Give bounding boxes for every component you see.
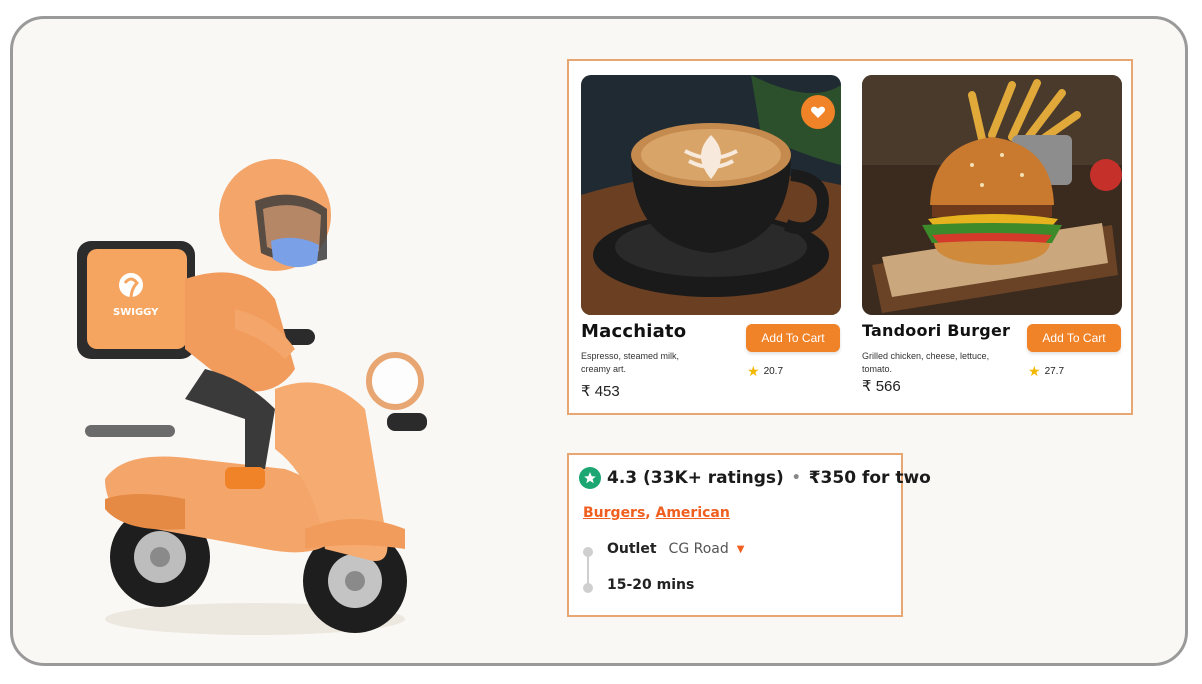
favorite-button[interactable] xyxy=(801,95,835,129)
heart-icon xyxy=(811,106,825,118)
outlet-selector[interactable]: Outlet CG Road ▼ xyxy=(607,541,744,557)
timeline-dot xyxy=(583,547,593,557)
item-name: Tandoori Burger xyxy=(862,321,1011,340)
add-to-cart-button[interactable]: Add To Cart xyxy=(1027,324,1121,352)
item-price: ₹ 566 xyxy=(862,378,901,395)
add-to-cart-button[interactable]: Add To Cart xyxy=(746,324,840,352)
restaurant-info-panel: 4.3 (33K+ ratings) • ₹350 for two Burger… xyxy=(567,453,931,617)
swiggy-bag-label: SWIGGY xyxy=(113,307,159,318)
tandoori-burger-image xyxy=(862,75,1122,315)
menu-item-card[interactable]: Tandoori Burger Grilled chicken, cheese,… xyxy=(862,75,1124,405)
cuisine-link-burgers[interactable]: Burgers xyxy=(583,505,645,521)
outlet-value: CG Road xyxy=(668,541,729,557)
item-rating-value: 20.7 xyxy=(763,365,784,377)
separator-dot: • xyxy=(791,470,801,486)
timeline-dot xyxy=(583,583,593,593)
item-description: Espresso, steamed milk, creamy art. xyxy=(581,351,680,374)
outlet-label: Outlet xyxy=(607,541,657,557)
cuisine-link-american[interactable]: American xyxy=(656,505,730,521)
item-name: Macchiato xyxy=(581,321,687,342)
menu-item-card[interactable]: Macchiato Espresso, steamed milk, creamy… xyxy=(581,75,843,405)
delivery-bag: SWIGGY xyxy=(77,241,195,359)
delivery-rider-illustration: SWIGGY xyxy=(77,159,427,635)
restaurant-rating-row: 4.3 (33K+ ratings) • ₹350 for two xyxy=(579,467,931,489)
item-price: ₹ 453 xyxy=(581,383,620,400)
item-description: Grilled chicken, cheese, lettuce, tomato… xyxy=(862,351,990,374)
rider-helmet xyxy=(219,159,331,271)
star-icon: ★ xyxy=(1028,363,1041,379)
caret-down-icon[interactable]: ▼ xyxy=(737,544,745,555)
item-rating: ★ 27.7 xyxy=(1028,363,1065,379)
cost-for-two: ₹350 for two xyxy=(808,468,931,488)
item-rating-value: 27.7 xyxy=(1044,365,1065,377)
hero-frame: SWIGGY Macchiato Espresso, steamed milk,… xyxy=(10,16,1188,666)
menu-items-panel: Macchiato Espresso, steamed milk, creamy… xyxy=(567,59,1133,415)
restaurant-rating: 4.3 (33K+ ratings) xyxy=(607,468,784,488)
cuisine-separator: , xyxy=(645,505,651,521)
item-rating: ★ 20.7 xyxy=(747,363,784,379)
rating-star-icon xyxy=(579,467,601,489)
delivery-time: 15-20 mins xyxy=(607,577,695,593)
star-icon: ★ xyxy=(747,363,760,379)
cuisine-links: Burgers, American xyxy=(583,505,730,521)
